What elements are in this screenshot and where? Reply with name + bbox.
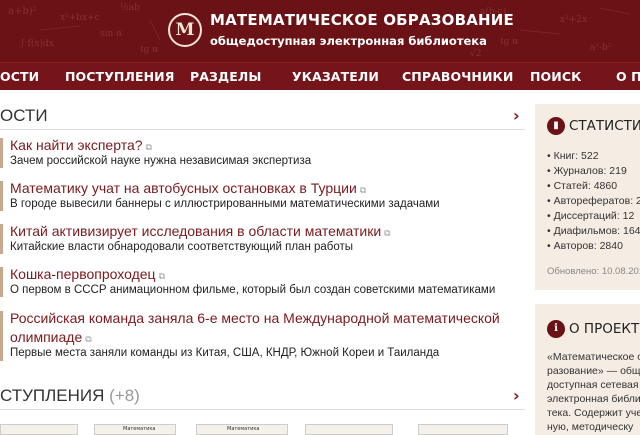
chevron-right-icon[interactable]: › bbox=[513, 386, 520, 405]
news-title-link[interactable]: Кошка-первопроходец ⧉ bbox=[10, 265, 165, 285]
about-text-line: разование» — общ bbox=[547, 365, 640, 377]
stat-item[interactable]: • Диссертаций: 12 bbox=[547, 210, 634, 222]
svg-text:√2: √2 bbox=[470, 48, 481, 59]
about-text-line: электронная библи bbox=[547, 393, 640, 405]
nav-item-about[interactable]: О П bbox=[616, 69, 640, 84]
nav-item-news[interactable]: ОСТИ bbox=[0, 69, 39, 84]
news-title-text[interactable]: Математику учат на автобусных остановках… bbox=[10, 180, 357, 196]
svg-text:tg α: tg α bbox=[500, 37, 518, 47]
news-divider bbox=[0, 129, 525, 130]
nav-item-arrivals[interactable]: ПОСТУПЛЕНИЯ bbox=[65, 69, 174, 84]
news-item: Как найти эксперта? ⧉ Зачем российской на… bbox=[0, 136, 525, 170]
news-description: О первом в СССР анимационном фильме, кот… bbox=[10, 284, 496, 296]
book-cover[interactable]: Математика bbox=[196, 424, 288, 435]
stat-item[interactable]: • Авторефератов: 2 bbox=[547, 195, 640, 207]
svg-text:½ab: ½ab bbox=[120, 2, 140, 13]
about-text-line: ную, методическу bbox=[547, 421, 634, 433]
svg-text:x²+2x: x²+2x bbox=[560, 15, 587, 25]
news-title-link[interactable]: Математику учат на автобусных остановках… bbox=[10, 179, 366, 199]
site-subtitle: общедоступная электронная библиотека bbox=[210, 34, 487, 48]
svg-text:∫ f(x)dx: ∫ f(x)dx bbox=[20, 38, 54, 49]
statistics-title-text: СТАТИСТИКА bbox=[569, 118, 640, 134]
about-title: iО ПРОЕКТЕ bbox=[547, 320, 640, 338]
about-text-line: доступная сетевая bbox=[547, 379, 639, 391]
book-cover[interactable]: Математика bbox=[94, 424, 176, 435]
external-link-icon: ⧉ bbox=[85, 334, 92, 344]
news-title-text[interactable]: олимпиаде bbox=[10, 329, 82, 345]
svg-text:sin α: sin α bbox=[100, 29, 122, 39]
book-cover[interactable] bbox=[0, 424, 78, 435]
arrivals-count: (+8) bbox=[109, 386, 140, 405]
stat-item[interactable]: • Журналов: 219 bbox=[547, 165, 627, 177]
site-title[interactable]: МАТЕМАТИЧЕСКОЕ ОБРАЗОВАНИЕ bbox=[210, 11, 514, 29]
nav-item-references[interactable]: СПРАВОЧНИКИ bbox=[402, 69, 513, 84]
logo-glyph: М bbox=[175, 20, 195, 40]
news-title-link[interactable]: Российская команда заняла 6-е место на М… bbox=[10, 309, 500, 327]
stat-item[interactable]: • Статей: 4860 bbox=[547, 180, 617, 192]
svg-text:a²-b²: a²-b² bbox=[590, 43, 612, 53]
stat-item[interactable]: • Авторов: 2840 bbox=[547, 240, 623, 252]
about-title-text: О ПРОЕКТЕ bbox=[569, 321, 640, 337]
statistics-updated: Обновлено: 10.08.201 bbox=[547, 266, 640, 277]
news-item-bar bbox=[0, 267, 3, 297]
about-text-line: тека. Содержит уче bbox=[547, 407, 640, 419]
main-nav: ОСТИ ПОСТУПЛЕНИЯ РАЗДЕЛЫ УКАЗАТЕЛИ СПРАВ… bbox=[0, 62, 640, 90]
arrivals-title-text[interactable]: СТУПЛЕНИЯ bbox=[0, 386, 104, 405]
news-item: Китай активизирует исследования в област… bbox=[0, 222, 525, 256]
bar-chart-icon: ▮ bbox=[547, 117, 565, 135]
arrivals-section-title[interactable]: СТУПЛЕНИЯ (+8) bbox=[0, 386, 140, 406]
header-formula-background: a+b)² x²+bx+c sin α ∫ f(x)dx ½ab tg α a(… bbox=[0, 0, 640, 62]
external-link-icon: ⧉ bbox=[384, 228, 391, 238]
book-cover-label: Математика bbox=[123, 426, 156, 432]
news-title-text[interactable]: Как найти эксперта? bbox=[10, 137, 143, 153]
news-item-bar bbox=[0, 181, 3, 211]
chevron-right-icon[interactable]: › bbox=[513, 106, 520, 125]
nav-item-sections[interactable]: РАЗДЕЛЫ bbox=[190, 69, 261, 84]
news-title-link[interactable]: Китай активизирует исследования в област… bbox=[10, 222, 391, 242]
book-cover[interactable] bbox=[418, 424, 508, 435]
svg-text:tg α: tg α bbox=[140, 45, 158, 55]
news-title-link[interactable]: Как найти эксперта? ⧉ bbox=[10, 136, 152, 156]
external-link-icon: ⧉ bbox=[158, 271, 166, 281]
news-description: В городе вывесили баннеры с иллюстрирова… bbox=[10, 198, 440, 210]
about-panel: iО ПРОЕКТЕ «Математическое о разование» … bbox=[535, 304, 640, 435]
book-cover[interactable] bbox=[305, 424, 393, 435]
external-link-icon: ⧉ bbox=[145, 142, 152, 152]
stat-item[interactable]: • Книг: 522 bbox=[547, 150, 599, 162]
news-description: Первые места заняли команды из Китая, СШ… bbox=[10, 347, 440, 359]
book-covers-row: Математика Математика bbox=[0, 424, 520, 435]
news-title-link-cont[interactable]: олимпиаде ⧉ bbox=[10, 328, 92, 348]
arrivals-divider bbox=[0, 409, 525, 410]
stat-item[interactable]: • Диафильмов: 164 bbox=[547, 225, 640, 237]
svg-text:a+b)²: a+b)² bbox=[8, 6, 37, 17]
statistics-panel: ▮СТАТИСТИКА • Книг: 522 • Журналов: 219 … bbox=[535, 104, 640, 290]
svg-text:x²+bx+c: x²+bx+c bbox=[60, 13, 100, 23]
nav-item-indexes[interactable]: УКАЗАТЕЛИ bbox=[292, 69, 379, 84]
nav-item-search[interactable]: ПОИСК bbox=[530, 69, 581, 84]
site-logo[interactable]: М bbox=[168, 13, 202, 47]
news-title-text[interactable]: Кошка-первопроходец bbox=[10, 266, 156, 282]
news-section-title[interactable]: ОСТИ bbox=[0, 106, 48, 126]
news-title-text[interactable]: Китай активизирует исследования в област… bbox=[10, 223, 381, 239]
news-description: Китайские власти обнародовали соответств… bbox=[10, 241, 354, 253]
book-cover-label: Математика bbox=[227, 426, 260, 432]
news-description: Зачем российской науке нужна независимая… bbox=[10, 155, 312, 167]
news-item: Математику учат на автобусных остановках… bbox=[0, 179, 525, 213]
info-icon: i bbox=[547, 320, 565, 338]
site-header: a+b)² x²+bx+c sin α ∫ f(x)dx ½ab tg α a(… bbox=[0, 0, 640, 62]
news-item-bar bbox=[0, 311, 3, 361]
news-item: Кошка-первопроходец ⧉ О первом в СССР ани… bbox=[0, 265, 525, 299]
external-link-icon: ⧉ bbox=[359, 185, 367, 195]
news-item-bar bbox=[0, 224, 3, 254]
news-item-bar bbox=[0, 138, 3, 168]
about-text-line: «Математическое о bbox=[547, 351, 640, 363]
statistics-title: ▮СТАТИСТИКА bbox=[547, 117, 640, 135]
news-item: Российская команда заняла 6-е место на М… bbox=[0, 309, 525, 363]
